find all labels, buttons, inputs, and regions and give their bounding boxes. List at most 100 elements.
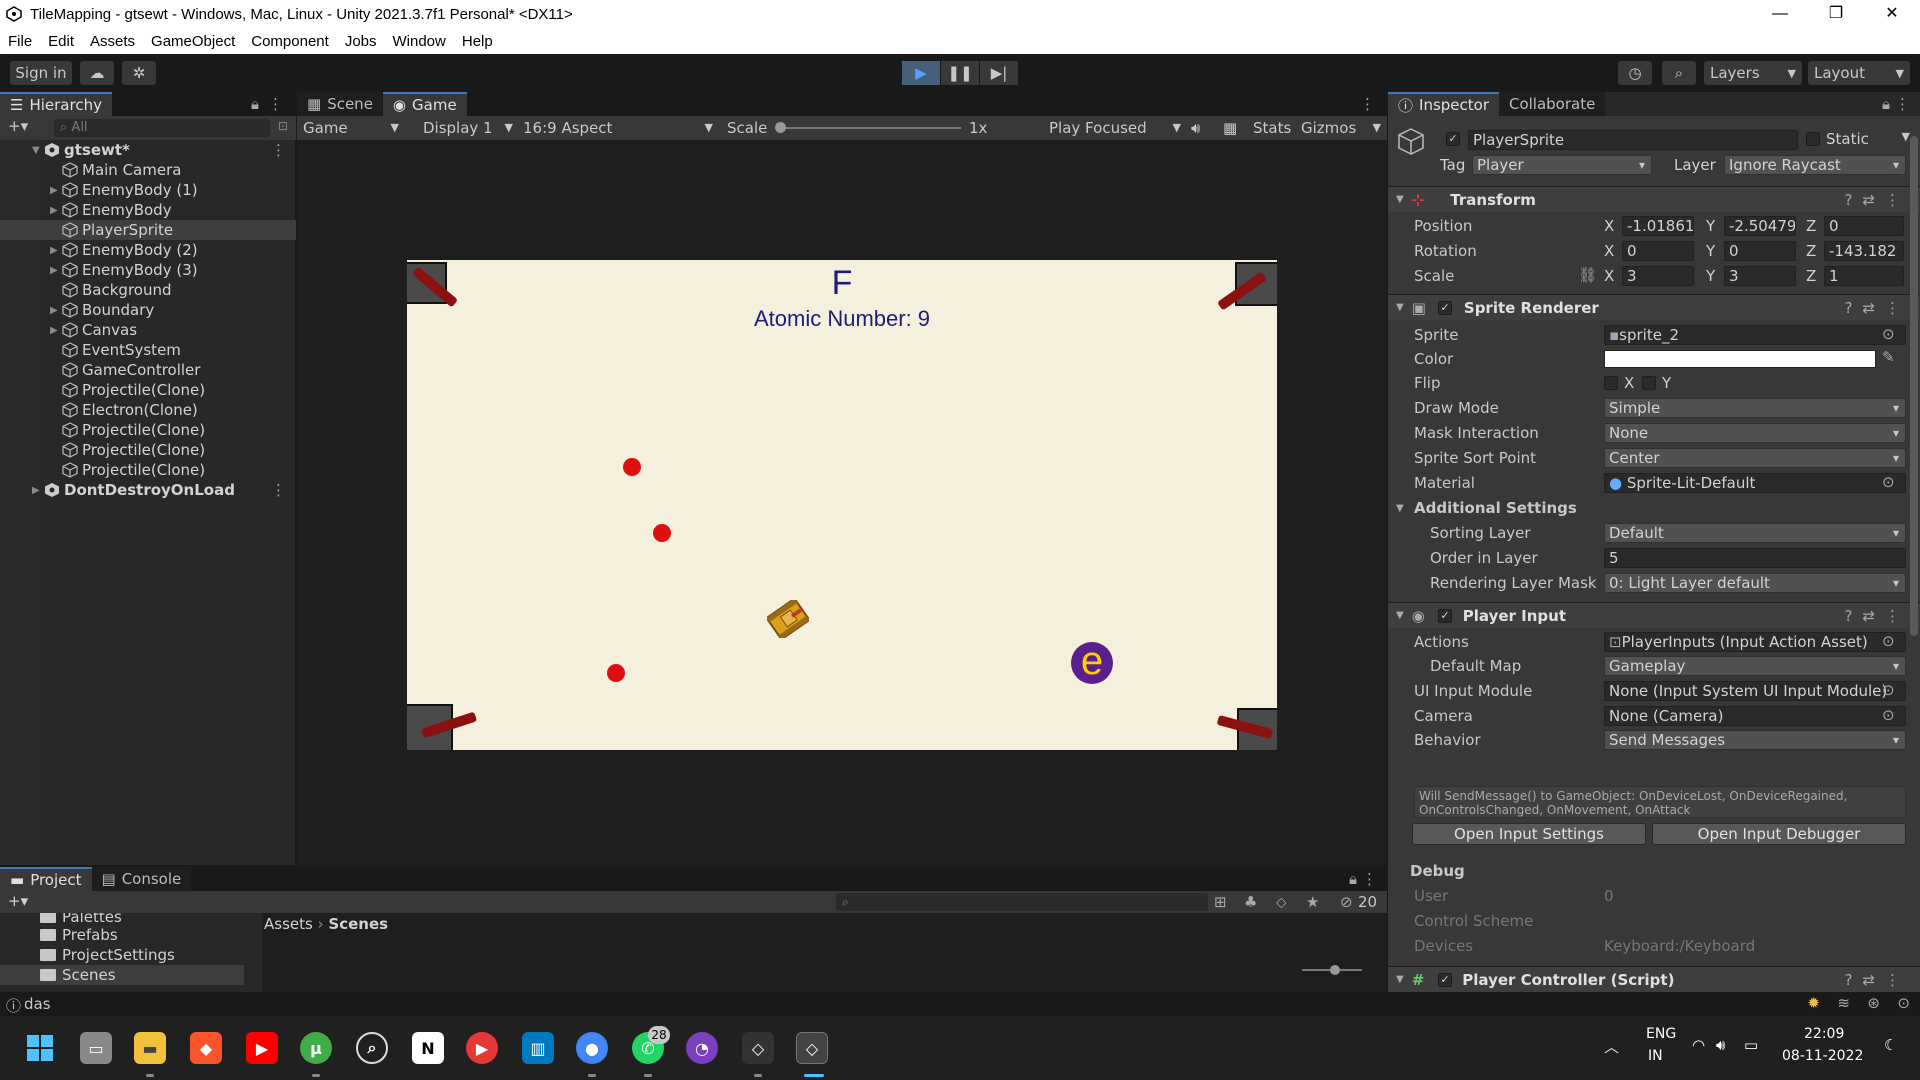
eyedropper-icon[interactable]: ✎ xyxy=(1882,348,1895,366)
collab-icon[interactable]: ✲ xyxy=(122,61,156,85)
mute-audio-icon[interactable]: 🔊︎ xyxy=(1191,118,1200,138)
scale-x-field[interactable]: 3 xyxy=(1622,266,1694,286)
order-in-layer-field[interactable]: 5 xyxy=(1604,548,1906,568)
favorite-star-icon[interactable]: ★ xyxy=(1306,893,1319,911)
windows-start-icon[interactable] xyxy=(24,1032,56,1064)
pause-button[interactable]: ❚❚ xyxy=(941,61,979,85)
scale-z-field[interactable]: 1 xyxy=(1824,266,1904,286)
notion-icon[interactable]: N xyxy=(412,1032,444,1064)
more-menu-icon[interactable]: ⋮ xyxy=(271,141,286,159)
component-help-icons[interactable]: ?⇄⋮ xyxy=(1844,971,1910,989)
rotation-y-field[interactable]: 0 xyxy=(1724,241,1796,261)
wifi-icon[interactable]: ◠ xyxy=(1692,1036,1705,1054)
task-view-icon[interactable]: ▭ xyxy=(80,1032,112,1064)
hierarchy-item[interactable]: Main Camera xyxy=(0,160,296,180)
mask-interaction-dropdown[interactable]: None xyxy=(1604,423,1906,443)
hierarchy-item[interactable]: Projectile(Clone) xyxy=(0,460,296,480)
game-canvas[interactable]: F Atomic Number: 9 e xyxy=(407,260,1277,750)
active-checkbox[interactable]: ✓ xyxy=(1446,132,1460,146)
player-controller-enabled-checkbox[interactable]: ✓ xyxy=(1438,973,1452,987)
position-y-field[interactable]: -2.50479 xyxy=(1724,216,1796,236)
more-menu-icon[interactable]: ⋮ xyxy=(268,95,283,113)
more-menu-icon[interactable]: ⋮ xyxy=(1895,95,1910,113)
tab-project[interactable]: ▬ Project xyxy=(0,867,92,891)
tab-inspector[interactable]: ⓘ Inspector xyxy=(1388,92,1499,116)
close-button[interactable]: ✕ xyxy=(1864,0,1920,28)
hierarchy-item[interactable]: GameController xyxy=(0,360,296,380)
layers-dropdown[interactable]: Layers ▼ xyxy=(1704,61,1802,85)
constrain-proportions-icon[interactable]: ⛓︎ xyxy=(1578,266,1597,284)
scale-y-field[interactable]: 3 xyxy=(1724,266,1796,286)
notifications-icon[interactable]: ☾ xyxy=(1884,1036,1897,1054)
hierarchy-item[interactable]: Background xyxy=(0,280,296,300)
unity-editor-icon[interactable]: ◇ xyxy=(796,1032,828,1064)
play-focused-dropdown[interactable]: Play Focused ▼ xyxy=(1049,118,1181,138)
hierarchy-item[interactable]: PlayerSprite xyxy=(0,220,296,240)
icon-size-slider-handle[interactable] xyxy=(1330,965,1340,975)
object-picker-icon[interactable]: ⊙ xyxy=(1882,325,1895,343)
component-help-icons[interactable]: ?⇄⋮ xyxy=(1844,607,1910,625)
game-mode-dropdown[interactable]: Game ▼ xyxy=(303,118,399,138)
language-label[interactable]: ENG xyxy=(1646,1026,1676,1042)
chevron-down-icon[interactable]: ▼ xyxy=(32,145,44,156)
transform-header[interactable]: ▼ ⊹ Transform ?⇄⋮ xyxy=(1388,186,1920,212)
battery-icon[interactable]: ▭ xyxy=(1744,1036,1758,1054)
cache-icon[interactable]: ≋ xyxy=(1837,994,1850,1012)
hierarchy-item[interactable]: Projectile(Clone) xyxy=(0,420,296,440)
chevron-right-icon[interactable]: ▶ xyxy=(50,325,62,336)
folder-prefabs[interactable]: Prefabs xyxy=(40,925,118,945)
menu-window[interactable]: Window xyxy=(385,33,454,50)
static-dropdown-arrow[interactable]: ▼ xyxy=(1902,130,1910,143)
aspect-dropdown[interactable]: 16:9 Aspect ▼ xyxy=(523,118,713,138)
draw-mode-dropdown[interactable]: Simple xyxy=(1604,398,1906,418)
step-button[interactable]: ▶| xyxy=(980,61,1018,85)
search-by-label-icon[interactable]: ♣ xyxy=(1244,893,1257,911)
chrome-icon[interactable]: ● xyxy=(576,1032,608,1064)
tag-dropdown[interactable]: Player xyxy=(1472,155,1652,175)
menu-gameobject[interactable]: GameObject xyxy=(143,33,243,50)
position-x-field[interactable]: -1.01861 xyxy=(1622,216,1694,236)
gizmos-dropdown[interactable]: Gizmos ▼ xyxy=(1301,118,1381,138)
lighting-icon[interactable]: ✹ xyxy=(1807,994,1820,1012)
material-field[interactable]: ● Sprite-Lit-Default xyxy=(1604,473,1906,493)
more-menu-icon[interactable]: ⋮ xyxy=(1360,95,1375,113)
hierarchy-item[interactable]: ▶ EnemyBody xyxy=(0,200,296,220)
search-by-type-icon[interactable]: ⊞ xyxy=(1214,893,1227,911)
stats-button[interactable]: Stats xyxy=(1253,118,1291,138)
more-menu-icon[interactable]: ⋮ xyxy=(271,481,286,499)
open-input-debugger-button[interactable]: Open Input Debugger xyxy=(1652,823,1906,845)
component-help-icons[interactable]: ?⇄⋮ xyxy=(1844,191,1910,209)
add-icon[interactable]: +▾ xyxy=(8,117,28,135)
rotation-z-field[interactable]: -143.182 xyxy=(1824,241,1904,261)
hierarchy-search-input[interactable]: ⌕ All xyxy=(54,119,270,137)
actions-field[interactable]: ⊡PlayerInputs (Input Action Asset) xyxy=(1604,632,1906,652)
brave-browser-icon[interactable]: ◆ xyxy=(190,1032,222,1064)
menu-file[interactable]: File xyxy=(0,33,40,50)
rotation-x-field[interactable]: 0 xyxy=(1622,241,1694,261)
inspector-scrollbar[interactable] xyxy=(1910,136,1918,636)
sprite-sort-point-dropdown[interactable]: Center xyxy=(1604,448,1906,468)
chevron-right-icon[interactable]: ▶ xyxy=(50,305,62,316)
clock-time[interactable]: 22:09 xyxy=(1804,1026,1844,1042)
volume-icon[interactable]: 🔊︎ xyxy=(1716,1036,1725,1054)
object-picker-icon[interactable]: ⊙ xyxy=(1882,473,1895,491)
sprite-renderer-header[interactable]: ▼ ▣ ✓ Sprite Renderer ?⇄⋮ xyxy=(1388,294,1920,320)
hierarchy-item[interactable]: ▶ Canvas xyxy=(0,320,296,340)
chevron-right-icon[interactable]: ▶ xyxy=(50,185,62,196)
sorting-layer-dropdown[interactable]: Default xyxy=(1604,523,1906,543)
hierarchy-scene-row[interactable]: ▶ DontDestroyOnLoad ⋮ xyxy=(0,480,296,500)
search-app-icon[interactable]: ⌕ xyxy=(356,1032,388,1064)
media-player-icon[interactable]: ▶ xyxy=(466,1032,498,1064)
ui-input-module-field[interactable]: None (Input System UI Input Module) xyxy=(1604,681,1906,701)
region-label[interactable]: IN xyxy=(1648,1048,1663,1064)
hierarchy-item[interactable]: Projectile(Clone) xyxy=(0,380,296,400)
layer-dropdown[interactable]: Ignore Raycast xyxy=(1724,155,1906,175)
file-explorer-icon[interactable]: ▬ xyxy=(134,1032,166,1064)
default-map-dropdown[interactable]: Gameplay xyxy=(1604,656,1906,676)
tab-game[interactable]: ◉ Game xyxy=(382,92,467,116)
rendering-layer-mask-dropdown[interactable]: 0: Light Layer default xyxy=(1604,573,1906,593)
hierarchy-item[interactable]: ▶ Boundary xyxy=(0,300,296,320)
sprite-renderer-enabled-checkbox[interactable]: ✓ xyxy=(1438,301,1452,315)
chevron-up-icon[interactable]: ︿ xyxy=(1604,1036,1619,1057)
chevron-right-icon[interactable]: ▶ xyxy=(50,245,62,256)
